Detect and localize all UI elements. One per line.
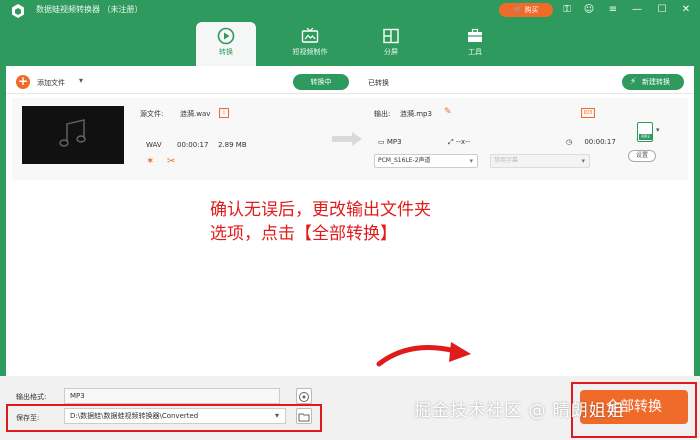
source-format: WAV	[146, 141, 162, 149]
output-format-select-value: MP3	[70, 392, 85, 400]
edit-icon[interactable]: ✎	[444, 107, 452, 117]
minimize-icon[interactable]: —	[630, 3, 644, 17]
mp3-file-badge: MP3	[639, 134, 652, 140]
output-format-select[interactable]: MP3	[64, 388, 280, 404]
buy-label: 购买	[524, 6, 539, 14]
output-duration: ◷ 00:00:17	[566, 138, 616, 146]
source-duration: 00:00:17	[177, 141, 209, 149]
output-resolution: ⤢ --x--	[448, 138, 471, 146]
subtitle-select[interactable]: 禁用字幕 ▾	[490, 154, 590, 168]
user-icon[interactable]: ☺	[582, 3, 596, 17]
output-format: ▭ MP3	[378, 138, 402, 146]
split-screen-icon	[383, 28, 399, 44]
tab-tools[interactable]: 工具	[450, 22, 500, 66]
info-icon[interactable]: i	[219, 108, 229, 118]
annotation-line-2: 选项，点击【全部转换】	[210, 224, 397, 244]
add-file-button[interactable]: 添加文件	[37, 78, 65, 88]
tab-converted[interactable]: 已转换	[368, 78, 389, 88]
new-task-label: 新建转换	[642, 78, 670, 86]
format-settings-icon[interactable]	[296, 388, 312, 404]
app-logo-icon	[12, 4, 24, 18]
music-note-icon	[59, 119, 86, 147]
file-row: 源文件: 涟漪.wav i WAV 00:00:17 2.89 MB ✶ ✂ 输…	[12, 98, 688, 180]
output-filename: 涟漪.mp3	[400, 110, 432, 118]
highlight-box-save-path	[6, 404, 322, 432]
mp3-file-icon[interactable]: MP3	[637, 122, 653, 142]
bolt-icon: ⚡	[630, 77, 637, 87]
audio-track-select[interactable]: PCM_S16LE-2声道 ▾	[374, 154, 478, 168]
source-label: 源文件:	[140, 110, 164, 118]
main-nav: 转换 短视频制作 分屏 工具	[0, 22, 700, 66]
magic-wand-icon[interactable]: ✶	[146, 156, 154, 167]
output-resolution-text: --x--	[455, 138, 471, 146]
toolbar: + 添加文件 ▾ 转换中 已转换 ⚡ 新建转换	[6, 70, 694, 94]
close-icon[interactable]: ✕	[679, 3, 693, 17]
tab-tools-label: 工具	[468, 48, 482, 56]
chevron-down-icon: ▾	[469, 157, 473, 165]
tab-convert[interactable]: 转换	[196, 22, 256, 66]
tab-converting[interactable]: 转换中	[293, 74, 349, 90]
cart-icon: 🛒	[513, 6, 523, 14]
toolbox-icon	[468, 28, 482, 42]
tab-convert-label: 转换	[219, 48, 233, 56]
settings-button[interactable]: 设置	[628, 150, 656, 162]
key-icon[interactable]: ⚿	[560, 3, 574, 17]
disc-settings-icon	[299, 392, 309, 402]
convert-arrow-icon	[332, 132, 362, 146]
output-format-label: 输出格式:	[16, 393, 47, 401]
chevron-down-icon[interactable]: ▾	[79, 76, 83, 85]
subtitle-value: 禁用字幕	[494, 157, 519, 164]
watermark: 掘金技术社区 @ 晴朗姐姐	[414, 401, 625, 421]
buy-button[interactable]: 🛒 购买	[499, 3, 553, 17]
scissors-icon[interactable]: ✂	[167, 156, 175, 167]
maximize-icon[interactable]: ☐	[655, 3, 669, 17]
source-filename: 涟漪.wav	[180, 110, 211, 118]
convert-icon	[217, 27, 235, 45]
tab-short-video-label: 短视频制作	[292, 48, 328, 56]
id3-tag-icon[interactable]: ID3	[581, 108, 595, 118]
menu-icon[interactable]: ≡	[606, 3, 620, 17]
annotation-text: 确认无误后，更改输出文件夹 选项，点击【全部转换】	[210, 198, 500, 246]
chevron-down-icon[interactable]: ▾	[656, 126, 660, 134]
output-label: 输出:	[374, 110, 391, 118]
new-task-button[interactable]: ⚡ 新建转换	[622, 74, 684, 90]
red-arrow-icon	[376, 342, 471, 367]
annotation-line-1: 确认无误后，更改输出文件夹	[210, 200, 431, 220]
output-duration-text: 00:00:17	[584, 138, 616, 146]
audio-thumbnail[interactable]	[22, 106, 124, 164]
tab-short-video[interactable]: 短视频制作	[282, 22, 338, 66]
chevron-down-icon: ▾	[581, 157, 585, 165]
window-title: 数据蛙视频转换器 （未注册）	[36, 5, 143, 14]
tab-split-screen-label: 分屏	[384, 48, 398, 56]
source-size: 2.89 MB	[218, 141, 247, 149]
tv-icon	[301, 27, 319, 43]
add-file-icon[interactable]: +	[16, 75, 30, 89]
tab-split-screen[interactable]: 分屏	[366, 22, 416, 66]
output-format-text: MP3	[386, 138, 402, 146]
title-bar: 数据蛙视频转换器 （未注册） 🛒 购买 ⚿ ☺ ≡ — ☐ ✕	[0, 0, 700, 22]
audio-track-value: PCM_S16LE-2声道	[378, 157, 431, 164]
